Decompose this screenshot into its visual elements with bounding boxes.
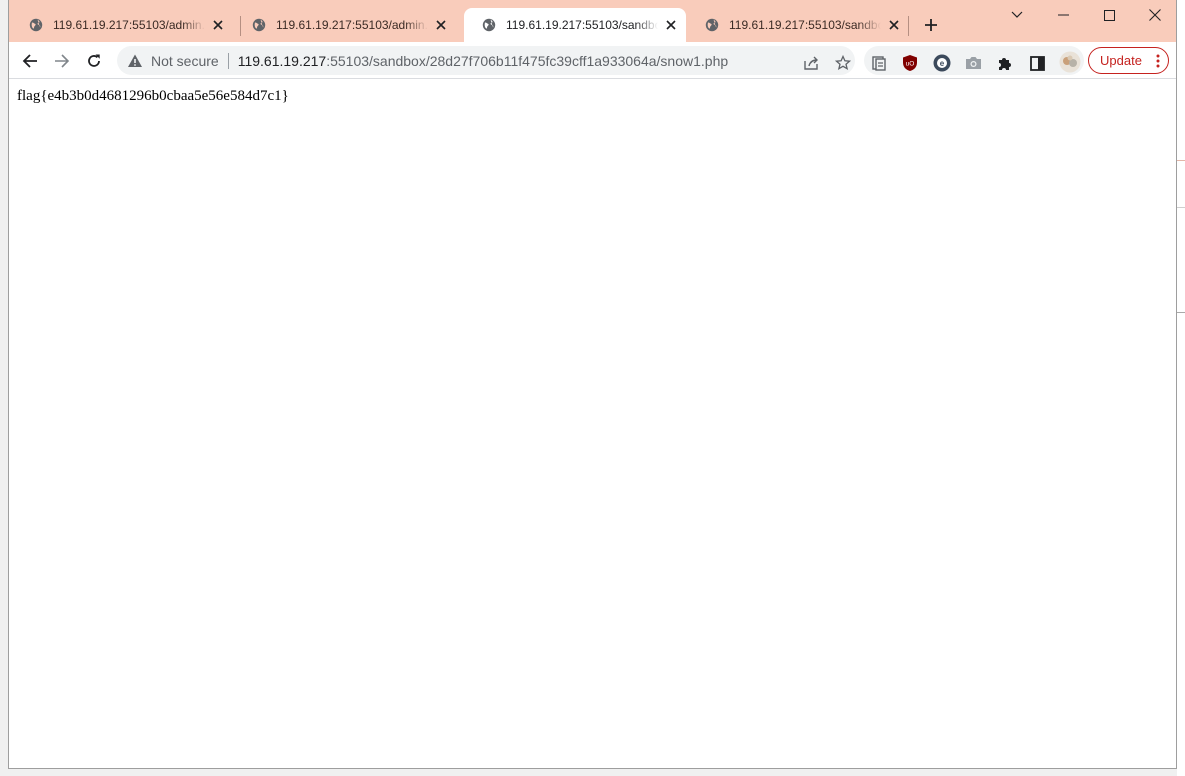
plus-icon xyxy=(925,19,937,31)
globe-icon xyxy=(29,18,43,32)
page-content: flag{e4b3b0d4681296b0cbaa5e56e584d7c1} xyxy=(9,79,1176,768)
forward-arrow-icon xyxy=(55,54,70,68)
tab-3-active[interactable]: 119.61.19.217:55103/sandbox/28d27f706b11… xyxy=(464,8,686,42)
update-label: Update xyxy=(1100,53,1142,68)
side-panel-icon[interactable] xyxy=(1028,54,1046,72)
window-close-button[interactable] xyxy=(1132,0,1176,30)
share-icon[interactable] xyxy=(801,53,821,73)
background-window-line xyxy=(1177,312,1185,313)
reload-button[interactable] xyxy=(80,48,108,74)
window-close-icon xyxy=(1149,9,1161,21)
new-tab-button[interactable] xyxy=(920,14,942,36)
tab-divider xyxy=(908,16,909,36)
globe-icon xyxy=(252,18,266,32)
globe-icon xyxy=(705,18,719,32)
tab-1[interactable]: 119.61.19.217:55103/admin.php xyxy=(11,8,233,42)
flag-text: flag{e4b3b0d4681296b0cbaa5e56e584d7c1} xyxy=(17,88,289,104)
chevron-down-icon xyxy=(1011,11,1023,18)
omnibox-divider xyxy=(227,52,229,69)
maximize-button[interactable] xyxy=(1086,0,1132,30)
browser-window: 119.61.19.217:55103/admin.php 119.61.19.… xyxy=(8,0,1177,769)
close-icon[interactable] xyxy=(662,16,680,34)
extensions-area: uO e xyxy=(864,46,1084,75)
camera-icon[interactable] xyxy=(964,54,982,72)
close-icon[interactable] xyxy=(885,16,903,34)
tab-title: 119.61.19.217:55103/sandbox/28d27f706b11… xyxy=(729,18,881,32)
avatar[interactable] xyxy=(1059,51,1081,73)
security-status-label[interactable]: Not secure xyxy=(151,53,219,69)
update-button[interactable]: Update xyxy=(1088,47,1169,74)
tab-2[interactable]: 119.61.19.217:55103/admin.php xyxy=(234,8,456,42)
tab-title: 119.61.19.217:55103/admin.php xyxy=(276,18,428,32)
back-button[interactable] xyxy=(16,48,44,74)
svg-text:e: e xyxy=(940,59,945,68)
toolbar: Not secure 119.61.19.217:55103/sandbox/2… xyxy=(9,42,1176,79)
url-host: 119.61.19.217 xyxy=(237,52,327,69)
url-text[interactable]: 119.61.19.217:55103/sandbox/28d27f706b11… xyxy=(238,53,728,69)
ghostery-icon[interactable]: e xyxy=(933,54,951,72)
ublock-icon[interactable]: uO xyxy=(901,54,919,72)
tab-title: 119.61.19.217:55103/sandbox/28d27f706b11… xyxy=(506,18,658,32)
minimize-icon xyxy=(1057,14,1069,16)
close-icon[interactable] xyxy=(432,16,450,34)
svg-text:uO: uO xyxy=(906,61,915,68)
background-window-edge xyxy=(1177,160,1185,208)
minimize-button[interactable] xyxy=(1040,0,1086,30)
tab-4[interactable]: 119.61.19.217:55103/sandbox/28d27f706b11… xyxy=(687,8,909,42)
forward-button[interactable] xyxy=(48,48,76,74)
reading-list-icon[interactable] xyxy=(870,54,888,72)
address-bar[interactable]: Not secure 119.61.19.217:55103/sandbox/2… xyxy=(117,46,855,75)
background-window-strip xyxy=(1177,0,1185,776)
maximize-icon xyxy=(1103,9,1115,21)
star-icon[interactable] xyxy=(833,53,853,73)
tab-search-button[interactable] xyxy=(994,0,1040,30)
kebab-icon xyxy=(1156,54,1160,67)
back-arrow-icon xyxy=(22,54,37,68)
tab-strip: 119.61.19.217:55103/admin.php 119.61.19.… xyxy=(9,0,1176,42)
tab-title: 119.61.19.217:55103/admin.php xyxy=(53,18,205,32)
globe-icon xyxy=(482,18,496,32)
reload-icon xyxy=(88,54,100,67)
url-path: :55103/sandbox/28d27f706b11f475fc39cff1a… xyxy=(326,52,729,69)
puzzle-icon[interactable] xyxy=(996,54,1014,72)
close-icon[interactable] xyxy=(209,16,227,34)
warning-icon[interactable] xyxy=(127,53,143,69)
